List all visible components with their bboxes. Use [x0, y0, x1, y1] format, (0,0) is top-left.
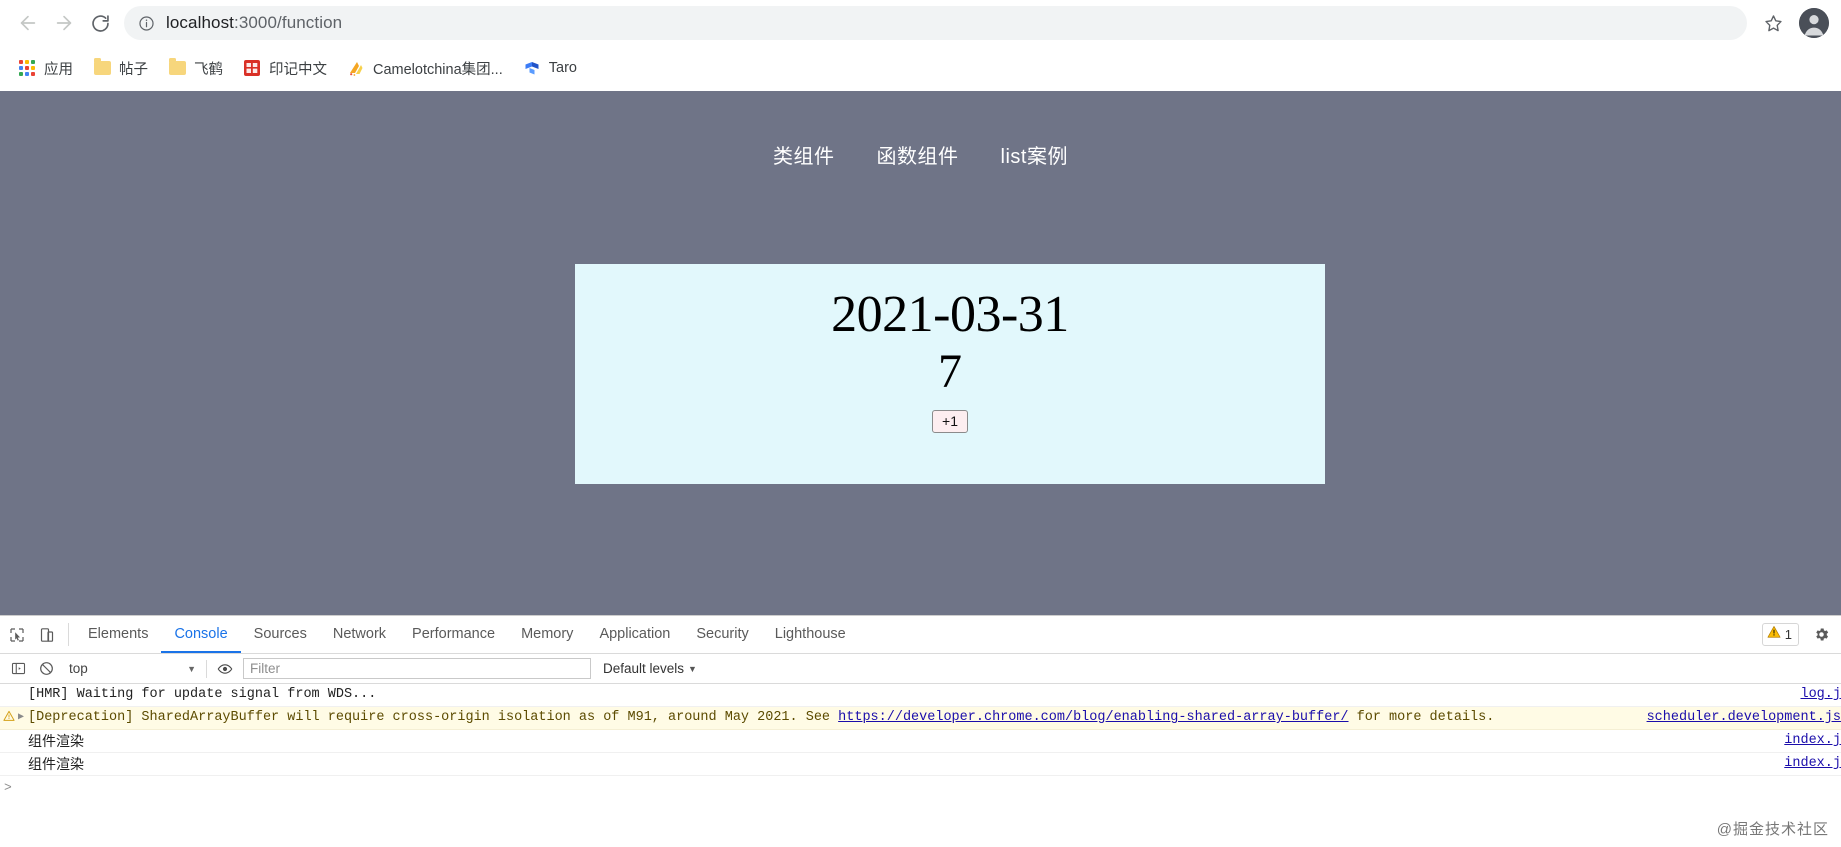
taro-favicon-icon — [523, 59, 541, 77]
chevron-down-icon: ▼ — [688, 664, 697, 674]
date-display: 2021-03-31 — [831, 286, 1069, 344]
bookmarks-bar: 应用 帖子 飞鹤 印记中文 — [0, 46, 1841, 91]
camelot-favicon-icon — [347, 59, 365, 77]
console-prompt[interactable]: > — [0, 776, 1841, 798]
toolbar-divider — [206, 660, 207, 678]
bookmark-label: Camelotchina集团... — [373, 58, 503, 79]
message-text-prefix: [Deprecation] SharedArrayBuffer will req… — [28, 710, 838, 725]
reload-button[interactable] — [82, 5, 118, 41]
counter-value: 7 — [938, 344, 962, 401]
tab-elements[interactable]: Elements — [75, 616, 161, 653]
console-messages-list[interactable]: [HMR] Waiting for update signal from WDS… — [0, 684, 1841, 847]
message-text: [Deprecation] SharedArrayBuffer will req… — [28, 709, 1841, 727]
folder-icon — [168, 59, 186, 77]
devtools-tabbar: Elements Console Sources Network Perform… — [0, 616, 1841, 654]
address-bar[interactable]: localhost:3000/function — [124, 6, 1747, 40]
console-message[interactable]: 组件渲染 index.j — [0, 753, 1841, 776]
bookmark-label: 帖子 — [119, 58, 148, 79]
console-message[interactable]: 组件渲染 index.j — [0, 730, 1841, 753]
url-host: localhost — [166, 13, 234, 32]
console-toolbar: top ▼ Default levels ▼ — [0, 654, 1841, 684]
red-square-favicon-icon — [243, 59, 261, 77]
bookmark-taro[interactable]: Taro — [514, 53, 586, 83]
folder-icon — [93, 59, 111, 77]
nav-link-list-example[interactable]: list案例 — [1001, 140, 1068, 169]
star-icon[interactable] — [1755, 5, 1791, 41]
message-source-link[interactable]: log.j — [1800, 686, 1841, 704]
tab-console[interactable]: Console — [161, 616, 240, 653]
bookmark-camelotchina[interactable]: Camelotchina集团... — [338, 53, 512, 83]
watermark: @掘金技术社区 — [1717, 818, 1829, 839]
message-gutter — [0, 732, 18, 733]
tab-performance[interactable]: Performance — [399, 616, 508, 653]
apps-grid-icon — [18, 59, 36, 77]
tabbar-divider — [68, 623, 69, 646]
url-path: :3000/function — [234, 13, 342, 32]
message-text-suffix: for more details. — [1349, 710, 1495, 725]
bookmark-folder-feihe[interactable]: 飞鹤 — [159, 53, 232, 83]
warning-triangle-icon — [1767, 625, 1781, 644]
console-filter-input[interactable] — [243, 658, 591, 679]
console-sidebar-icon[interactable] — [4, 656, 32, 682]
url-text: localhost:3000/function — [166, 13, 342, 33]
demo-card: 2021-03-31 7 +1 — [575, 264, 1325, 484]
message-gutter — [0, 755, 18, 756]
message-text: [HMR] Waiting for update signal from WDS… — [28, 686, 1841, 704]
inspect-element-icon[interactable] — [2, 616, 32, 653]
warning-count: 1 — [1785, 627, 1792, 642]
site-navigation: 类组件 函数组件 list案例 — [0, 91, 1841, 169]
bookmark-label: 飞鹤 — [194, 58, 223, 79]
browser-window: localhost:3000/function — [0, 0, 1841, 847]
log-levels-select[interactable]: Default levels ▼ — [603, 661, 697, 676]
message-gutter — [0, 686, 18, 687]
tab-sources[interactable]: Sources — [241, 616, 320, 653]
info-circle-icon[interactable] — [138, 15, 155, 32]
toggle-device-toolbar-icon[interactable] — [32, 616, 62, 653]
profile-avatar-icon[interactable] — [1799, 8, 1829, 38]
tab-memory[interactable]: Memory — [508, 616, 586, 653]
bookmark-apps[interactable]: 应用 — [9, 53, 82, 83]
chevron-down-icon: ▼ — [187, 664, 196, 674]
message-source-link[interactable]: scheduler.development.js — [1647, 709, 1841, 727]
increment-button[interactable]: +1 — [932, 410, 968, 433]
message-text: 组件渲染 — [28, 732, 1841, 750]
message-source-link[interactable]: index.j — [1784, 755, 1841, 773]
live-expression-icon[interactable] — [211, 656, 239, 682]
bookmark-yinji-zhongwen[interactable]: 印记中文 — [234, 53, 336, 83]
browser-toolbar: localhost:3000/function — [0, 0, 1841, 46]
nav-link-class-component[interactable]: 类组件 — [773, 140, 835, 169]
tab-security[interactable]: Security — [683, 616, 761, 653]
tab-network[interactable]: Network — [320, 616, 399, 653]
forward-button[interactable] — [46, 5, 82, 41]
settings-gear-icon[interactable] — [1805, 616, 1837, 653]
nav-link-function-component[interactable]: 函数组件 — [877, 140, 959, 169]
execution-context-value: top — [69, 661, 88, 676]
bookmark-label: Taro — [549, 60, 577, 76]
page-viewport: 类组件 函数组件 list案例 2021-03-31 7 +1 — [0, 91, 1841, 615]
devtools-panel: Elements Console Sources Network Perform… — [0, 615, 1841, 847]
log-levels-label: Default levels — [603, 661, 684, 676]
warning-triangle-icon — [0, 709, 18, 722]
message-text: 组件渲染 — [28, 755, 1841, 773]
message-link[interactable]: https://developer.chrome.com/blog/enabli… — [838, 710, 1348, 725]
tabbar-spacer — [859, 616, 1762, 653]
toolbar-right-actions — [1755, 5, 1831, 41]
execution-context-select[interactable]: top ▼ — [60, 658, 202, 680]
bookmark-label: 应用 — [44, 58, 73, 79]
back-button[interactable] — [10, 5, 46, 41]
bookmark-folder-tiezi[interactable]: 帖子 — [84, 53, 157, 83]
clear-console-icon[interactable] — [32, 656, 60, 682]
tab-application[interactable]: Application — [586, 616, 683, 653]
tab-lighthouse[interactable]: Lighthouse — [762, 616, 859, 653]
prompt-caret-icon: > — [4, 780, 12, 795]
expand-arrow-icon[interactable]: ▶ — [18, 709, 28, 727]
bookmark-label: 印记中文 — [269, 58, 327, 79]
console-message[interactable]: [HMR] Waiting for update signal from WDS… — [0, 684, 1841, 707]
message-source-link[interactable]: index.j — [1784, 732, 1841, 750]
warning-count-badge[interactable]: 1 — [1762, 623, 1799, 646]
console-message[interactable]: ▶ [Deprecation] SharedArrayBuffer will r… — [0, 707, 1841, 730]
